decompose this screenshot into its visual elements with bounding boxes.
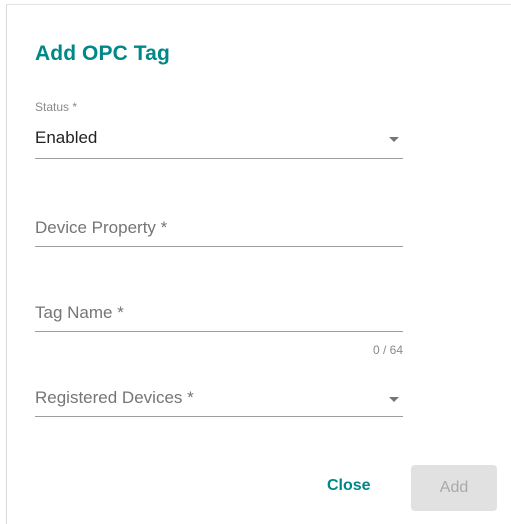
- registered-devices-placeholder: Registered Devices *: [35, 388, 194, 407]
- device-property-underline: [35, 246, 403, 247]
- tag-name-field[interactable]: Tag Name * 0 / 64: [35, 295, 403, 357]
- status-label: Status *: [35, 100, 78, 114]
- registered-devices-select[interactable]: Registered Devices *: [35, 380, 403, 420]
- add-opc-tag-dialog: Add OPC Tag Status * Enabled Device Prop…: [6, 4, 511, 524]
- add-button[interactable]: Add: [411, 465, 497, 511]
- tag-name-underline: [35, 331, 403, 332]
- dialog-title: Add OPC Tag: [35, 42, 170, 65]
- status-value: Enabled: [35, 128, 98, 147]
- status-underline: [35, 158, 403, 159]
- close-button[interactable]: Close: [327, 477, 371, 495]
- tag-name-placeholder: Tag Name *: [35, 303, 124, 322]
- device-property-placeholder: Device Property *: [35, 218, 168, 237]
- tag-name-char-counter: 0 / 64: [372, 343, 403, 357]
- status-select[interactable]: Status * Enabled: [35, 100, 403, 162]
- chevron-down-icon[interactable]: [389, 397, 399, 402]
- device-property-field[interactable]: Device Property *: [35, 210, 403, 250]
- chevron-down-icon[interactable]: [389, 137, 399, 142]
- registered-devices-underline: [35, 416, 403, 417]
